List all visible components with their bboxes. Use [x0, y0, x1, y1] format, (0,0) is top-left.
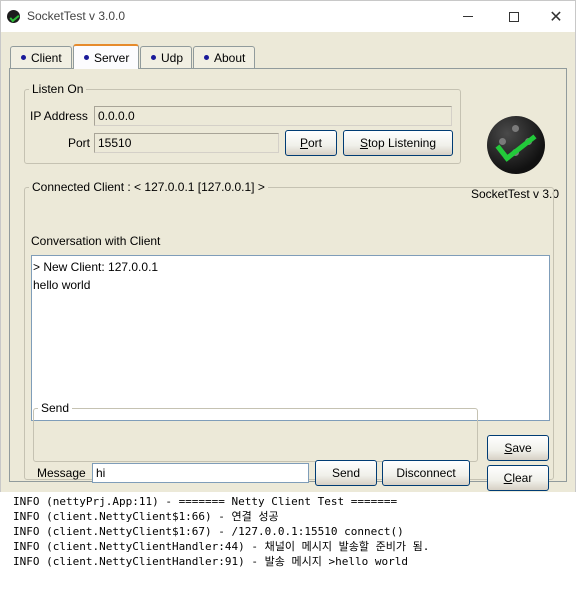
listen-on-legend: Listen On	[32, 82, 84, 96]
message-label: Message	[37, 466, 86, 480]
send-button-label: Send	[331, 466, 361, 480]
save-button-mnemonic: S	[504, 441, 513, 455]
disconnect-button-label: Disconnect	[396, 466, 456, 480]
client-area: Client Server Udp About Listen On IP Add…	[1, 32, 575, 492]
bullet-icon	[21, 55, 26, 60]
conversation-textarea[interactable]: > New Client: 127.0.0.1 hello world	[31, 255, 550, 421]
minimize-icon	[463, 16, 473, 17]
save-button[interactable]: Save	[487, 435, 549, 461]
port-button[interactable]: Port	[285, 130, 337, 156]
tab-udp[interactable]: Udp	[140, 46, 192, 68]
ip-address-label: IP Address	[30, 109, 88, 123]
title-bar[interactable]: SocketTest v 3.0.0 ✕	[1, 1, 575, 32]
console-output[interactable]: INFO (nettyPrj.App:11) - ======= Netty C…	[0, 492, 576, 600]
tab-label: Server	[94, 50, 130, 65]
port-field: 15510	[94, 133, 279, 153]
conversation-line: hello world	[33, 278, 91, 292]
conversation-label: Conversation with Client	[31, 234, 161, 248]
clear-button-label: lear	[512, 471, 533, 485]
save-button-label: ave	[512, 441, 532, 455]
checkmark-icon	[495, 124, 537, 162]
bullet-icon	[84, 55, 89, 60]
tab-label: Udp	[161, 50, 184, 65]
maximize-button[interactable]	[491, 1, 537, 32]
send-group: Send	[33, 401, 478, 462]
console-line: INFO (client.NettyClient$1:67) - /127.0.…	[13, 525, 404, 538]
console-line: INFO (nettyPrj.App:11) - ======= Netty C…	[13, 495, 398, 508]
console-line: INFO (client.NettyClient$1:66) - 연결 성공	[13, 510, 279, 523]
send-button[interactable]: Send	[315, 460, 377, 486]
port-button-label: ort	[308, 136, 323, 150]
sockettest-window: SocketTest v 3.0.0 ✕ Client Server Udp A…	[0, 0, 576, 492]
window-title: SocketTest v 3.0.0	[27, 9, 126, 23]
sockettest-logo	[487, 116, 545, 174]
message-input[interactable]	[92, 463, 309, 483]
clear-button[interactable]: Clear	[487, 465, 549, 491]
tab-server[interactable]: Server	[73, 44, 139, 69]
close-icon: ✕	[549, 8, 563, 26]
port-label: Port	[68, 136, 91, 150]
close-button[interactable]: ✕	[533, 1, 576, 32]
port-button-mnemonic: P	[299, 136, 308, 150]
maximize-icon	[509, 11, 519, 22]
tab-client[interactable]: Client	[10, 46, 72, 68]
tab-label: Client	[31, 50, 62, 65]
clear-button-mnemonic: C	[503, 471, 513, 485]
tab-label: About	[214, 50, 246, 65]
minimize-button[interactable]	[445, 1, 491, 32]
disconnect-button[interactable]: Disconnect	[382, 460, 470, 486]
bullet-icon	[204, 55, 209, 60]
stop-button-label: top Listening	[367, 136, 437, 150]
bullet-icon	[151, 55, 156, 60]
server-tab-panel: Listen On IP Address 0.0.0.0 Port 15510 …	[9, 68, 567, 491]
stop-listening-button[interactable]: Stop Listening	[343, 130, 453, 156]
console-line: INFO (client.NettyClientHandler:44) - 채널…	[13, 540, 430, 553]
tab-about[interactable]: About	[193, 46, 255, 68]
app-icon	[7, 10, 20, 23]
stop-button-mnemonic: S	[359, 136, 368, 150]
ip-address-field: 0.0.0.0	[94, 106, 452, 126]
connected-client-legend: Connected Client : < 127.0.0.1 [127.0.0.…	[32, 180, 265, 194]
conversation-line: > New Client: 127.0.0.1	[33, 260, 159, 274]
console-line: INFO (client.NettyClientHandler:91) - 발송…	[13, 555, 408, 568]
send-legend: Send	[41, 401, 70, 415]
